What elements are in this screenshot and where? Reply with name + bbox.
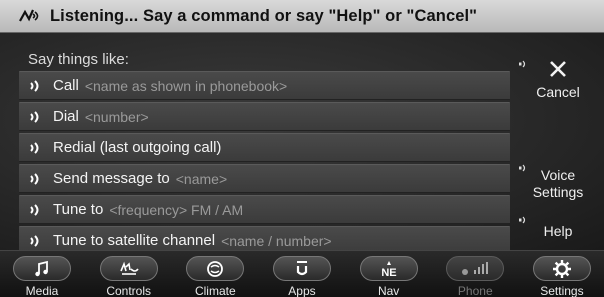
speak-icon xyxy=(19,203,53,216)
nav-apps[interactable]: Apps xyxy=(268,251,336,297)
command-text: Send message to xyxy=(53,170,170,187)
nav-climate[interactable]: Climate xyxy=(181,251,249,297)
command-hint-call[interactable]: Call <name as shown in phonebook> xyxy=(19,71,510,100)
close-icon xyxy=(548,59,568,84)
bottom-nav-bar: Media Controls Climate Apps NE Nav Phone xyxy=(0,250,604,297)
compass-glyph: NE xyxy=(381,267,396,278)
command-param: <name as shown in phonebook> xyxy=(84,77,288,94)
apps-icon xyxy=(272,256,331,281)
hint-heading: Say things like: xyxy=(28,51,129,68)
nav-label: Nav xyxy=(377,284,400,297)
command-text: Redial (last outgoing call) xyxy=(53,139,222,156)
voice-command-icon xyxy=(518,55,528,73)
nav-controls[interactable]: Controls xyxy=(95,251,163,297)
command-text: Tune to xyxy=(53,201,104,218)
nav-label: Settings xyxy=(540,284,584,297)
voice-settings-label-line2: Settings xyxy=(532,184,584,200)
speak-icon xyxy=(19,79,53,92)
voice-settings-label-line1: Voice xyxy=(540,167,576,183)
command-hint-dial[interactable]: Dial <number> xyxy=(19,102,510,131)
listening-status-text: Listening... Say a command or say "Help"… xyxy=(50,6,478,25)
command-hint-redial[interactable]: Redial (last outgoing call) xyxy=(19,133,510,162)
music-note-icon xyxy=(13,256,71,281)
command-text: Tune to satellite channel xyxy=(53,232,216,249)
voice-command-icon xyxy=(518,211,528,229)
command-param: <name> xyxy=(175,170,228,187)
nav-label: Controls xyxy=(106,284,151,297)
cancel-button[interactable]: Cancel xyxy=(512,55,604,103)
command-hint-send-message[interactable]: Send message to <name> xyxy=(19,164,510,193)
phone-signal-icon xyxy=(446,256,505,281)
nav-label: Climate xyxy=(194,284,236,297)
listening-banner: Listening... Say a command or say "Help"… xyxy=(0,0,604,33)
nav-phone[interactable]: Phone xyxy=(441,251,509,297)
nav-media[interactable]: Media xyxy=(8,251,76,297)
nav-label: Media xyxy=(25,284,59,297)
voice-command-icon xyxy=(518,159,528,177)
speak-icon xyxy=(19,110,53,123)
voice-recognition-icon xyxy=(14,0,44,33)
gear-icon xyxy=(532,256,591,281)
command-param: <frequency> FM / AM xyxy=(109,201,244,218)
command-param: <number> xyxy=(84,108,149,125)
speak-icon xyxy=(19,141,53,154)
command-hint-tune-to[interactable]: Tune to <frequency> FM / AM xyxy=(19,195,510,224)
command-param: <name / number> xyxy=(221,232,332,249)
nav-nav[interactable]: NE Nav xyxy=(355,251,423,297)
command-text: Dial xyxy=(53,108,79,125)
nav-label: Apps xyxy=(288,284,316,297)
speak-icon xyxy=(19,172,53,185)
controls-icon xyxy=(99,256,158,281)
command-text: Call xyxy=(53,77,79,94)
climate-icon xyxy=(186,256,245,281)
cancel-label: Cancel xyxy=(536,84,580,100)
nav-settings[interactable]: Settings xyxy=(528,251,596,297)
speak-icon xyxy=(19,234,53,247)
voice-command-panel: Say things like: Call <name as shown in … xyxy=(0,33,604,255)
compass-icon: NE xyxy=(359,256,418,281)
help-button[interactable]: Help xyxy=(512,211,604,247)
help-label: Help xyxy=(543,223,573,239)
voice-settings-button[interactable]: Voice Settings xyxy=(512,159,604,207)
command-hint-list: Call <name as shown in phonebook> Dial <… xyxy=(19,71,510,257)
nav-label: Phone xyxy=(457,284,493,297)
